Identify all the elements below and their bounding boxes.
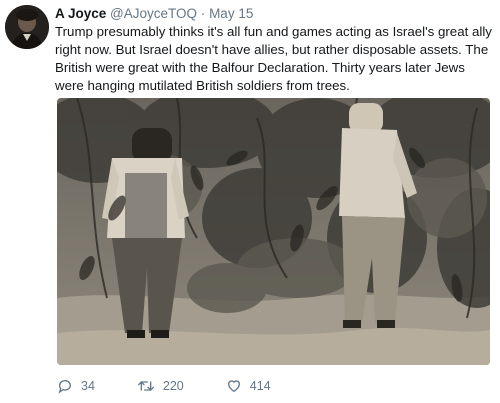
reply-count: 34: [81, 379, 95, 393]
like-button[interactable]: 414: [226, 378, 271, 394]
tweet-photo[interactable]: [57, 98, 490, 365]
tweet-header: A Joyce @AJoyceTOQ · May 15: [55, 5, 494, 22]
tweet-date[interactable]: May 15: [209, 6, 253, 21]
reply-icon: [57, 378, 73, 394]
retweet-button[interactable]: 220: [137, 378, 184, 394]
tweet-actions: 34 220 414: [57, 378, 271, 394]
sepia-photo-icon: [57, 98, 490, 365]
retweet-count: 220: [162, 379, 184, 393]
portrait-avatar-icon: [5, 5, 49, 49]
tweet-body: A Joyce @AJoyceTOQ · May 15 Trump presum…: [55, 5, 494, 95]
separator-dot: ·: [200, 6, 206, 21]
avatar[interactable]: [5, 5, 49, 49]
heart-icon: [226, 378, 242, 394]
author-handle[interactable]: @AJoyceTOQ: [110, 6, 197, 21]
tweet: A Joyce @AJoyceTOQ · May 15 Trump presum…: [0, 0, 500, 403]
author-name[interactable]: A Joyce: [55, 6, 106, 21]
tweet-text: Trump presumably thinks it's all fun and…: [55, 24, 492, 93]
reply-button[interactable]: 34: [57, 378, 95, 394]
retweet-icon: [137, 378, 155, 394]
like-count: 414: [249, 379, 271, 393]
